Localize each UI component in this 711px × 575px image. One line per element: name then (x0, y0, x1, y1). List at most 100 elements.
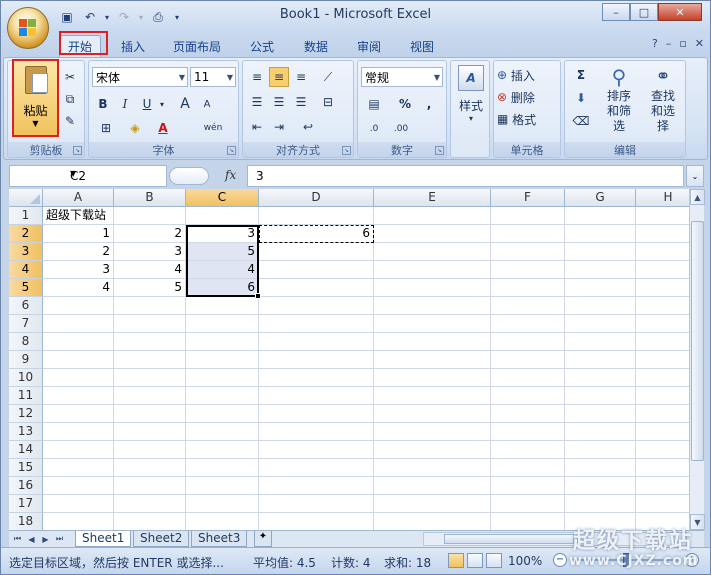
tab-formulas[interactable]: 公式 (242, 35, 282, 57)
fill-color-icon[interactable]: ◈ (123, 118, 147, 138)
page-break-view-icon[interactable] (486, 553, 502, 568)
cell-g8[interactable] (565, 333, 636, 351)
cell-c7[interactable] (186, 315, 259, 333)
cell-f16[interactable] (491, 477, 565, 495)
cell-e10[interactable] (374, 369, 491, 387)
ribbon-restore-button[interactable]: ▫ (679, 37, 686, 50)
cut-icon[interactable]: ✂ (60, 67, 80, 87)
cell-f1[interactable] (491, 207, 565, 225)
alignment-launcher-icon[interactable]: ↘ (342, 146, 351, 155)
cell-c4[interactable]: 4 (186, 261, 259, 279)
cell-b9[interactable] (114, 351, 186, 369)
row-header-7[interactable]: 7 (9, 315, 43, 333)
cell-d15[interactable] (259, 459, 374, 477)
tab-view[interactable]: 视图 (402, 35, 442, 57)
cell-d7[interactable] (259, 315, 374, 333)
cell-b12[interactable] (114, 405, 186, 423)
cell-a16[interactable] (43, 477, 114, 495)
cell-g9[interactable] (565, 351, 636, 369)
cell-e3[interactable] (374, 243, 491, 261)
cell-h18[interactable] (636, 513, 689, 530)
cell-d12[interactable] (259, 405, 374, 423)
cell-g1[interactable] (565, 207, 636, 225)
row-header-4[interactable]: 4 (9, 261, 43, 279)
cell-e14[interactable] (374, 441, 491, 459)
cell-g16[interactable] (565, 477, 636, 495)
cell-g15[interactable] (565, 459, 636, 477)
cell-h2[interactable] (636, 225, 689, 243)
format-painter-icon[interactable]: ✎ (60, 111, 80, 131)
format-cells-button[interactable]: ▦ 格式 (496, 109, 556, 129)
close-button[interactable]: ✕ (658, 3, 702, 21)
cell-e5[interactable] (374, 279, 491, 297)
align-center-icon[interactable]: ☰ (269, 92, 289, 112)
cell-b6[interactable] (114, 297, 186, 315)
cell-e7[interactable] (374, 315, 491, 333)
cell-b3[interactable]: 3 (114, 243, 186, 261)
row-header-3[interactable]: 3 (9, 243, 43, 261)
ribbon-close-button[interactable]: ✕ (695, 37, 704, 50)
page-layout-view-icon[interactable] (467, 553, 483, 568)
percent-button[interactable]: % (396, 94, 414, 114)
zoom-out-button[interactable]: − (553, 553, 567, 567)
zoom-level[interactable]: 100% (508, 554, 542, 568)
scroll-down-icon[interactable]: ▼ (690, 514, 705, 530)
grow-font-button[interactable]: A (175, 94, 195, 114)
cell-f3[interactable] (491, 243, 565, 261)
cell-a11[interactable] (43, 387, 114, 405)
merge-center-icon[interactable]: ⊟ (317, 92, 339, 112)
cell-h10[interactable] (636, 369, 689, 387)
cell-c2[interactable]: 3 (186, 225, 259, 243)
align-bottom-icon[interactable]: ≡ (291, 67, 311, 87)
row-header-11[interactable]: 11 (9, 387, 43, 405)
cell-g2[interactable] (565, 225, 636, 243)
align-middle-icon[interactable]: ≡ (269, 67, 289, 87)
cell-f15[interactable] (491, 459, 565, 477)
row-header-16[interactable]: 16 (9, 477, 43, 495)
cell-c16[interactable] (186, 477, 259, 495)
cell-h14[interactable] (636, 441, 689, 459)
cell-c1[interactable] (186, 207, 259, 225)
autosum-button[interactable]: Σ (568, 65, 594, 85)
cell-f12[interactable] (491, 405, 565, 423)
cell-c8[interactable] (186, 333, 259, 351)
cell-e17[interactable] (374, 495, 491, 513)
column-header-e[interactable]: E (374, 189, 491, 207)
cell-d16[interactable] (259, 477, 374, 495)
cell-c10[interactable] (186, 369, 259, 387)
cell-a14[interactable] (43, 441, 114, 459)
cell-a10[interactable] (43, 369, 114, 387)
cell-h11[interactable] (636, 387, 689, 405)
next-sheet-icon[interactable]: ▶ (39, 532, 52, 546)
cell-c11[interactable] (186, 387, 259, 405)
cell-b14[interactable] (114, 441, 186, 459)
cell-b1[interactable] (114, 207, 186, 225)
sheet-tab-sheet1[interactable]: Sheet1 (75, 531, 132, 547)
cell-d9[interactable] (259, 351, 374, 369)
cell-c5[interactable]: 6 (186, 279, 259, 297)
column-header-d[interactable]: D (259, 189, 374, 207)
cell-h12[interactable] (636, 405, 689, 423)
increase-indent-icon[interactable]: ⇥ (269, 117, 289, 137)
cell-e16[interactable] (374, 477, 491, 495)
phonetic-guide-icon[interactable]: wén (197, 118, 229, 138)
cell-e15[interactable] (374, 459, 491, 477)
cell-h6[interactable] (636, 297, 689, 315)
styles-button[interactable]: A 样式 ▾ (453, 65, 489, 123)
cell-a1[interactable]: 超级下载站 (43, 207, 114, 225)
cell-a15[interactable] (43, 459, 114, 477)
decrease-decimal-button[interactable]: .00 (388, 119, 414, 139)
text-orientation-icon[interactable]: ⟋ (317, 67, 339, 87)
worksheet-grid[interactable]: A B C D E F G H 1 超级下载站 2 1 2 3 6 3 2 3 5 4 3 4 4 5 4 5 6 6 7 8 9 10 11 1… (9, 189, 689, 530)
cell-e13[interactable] (374, 423, 491, 441)
insert-sheet-icon[interactable]: ✦ (254, 531, 272, 547)
cell-b7[interactable] (114, 315, 186, 333)
cell-b10[interactable] (114, 369, 186, 387)
currency-icon[interactable]: ▤ (362, 94, 386, 114)
sheet-tab-sheet3[interactable]: Sheet3 (191, 531, 248, 547)
help-icon[interactable]: ? (652, 37, 658, 50)
cell-b8[interactable] (114, 333, 186, 351)
sheet-tab-sheet2[interactable]: Sheet2 (133, 531, 190, 547)
cell-c18[interactable] (186, 513, 259, 530)
borders-icon[interactable]: ⊞ (94, 118, 118, 138)
